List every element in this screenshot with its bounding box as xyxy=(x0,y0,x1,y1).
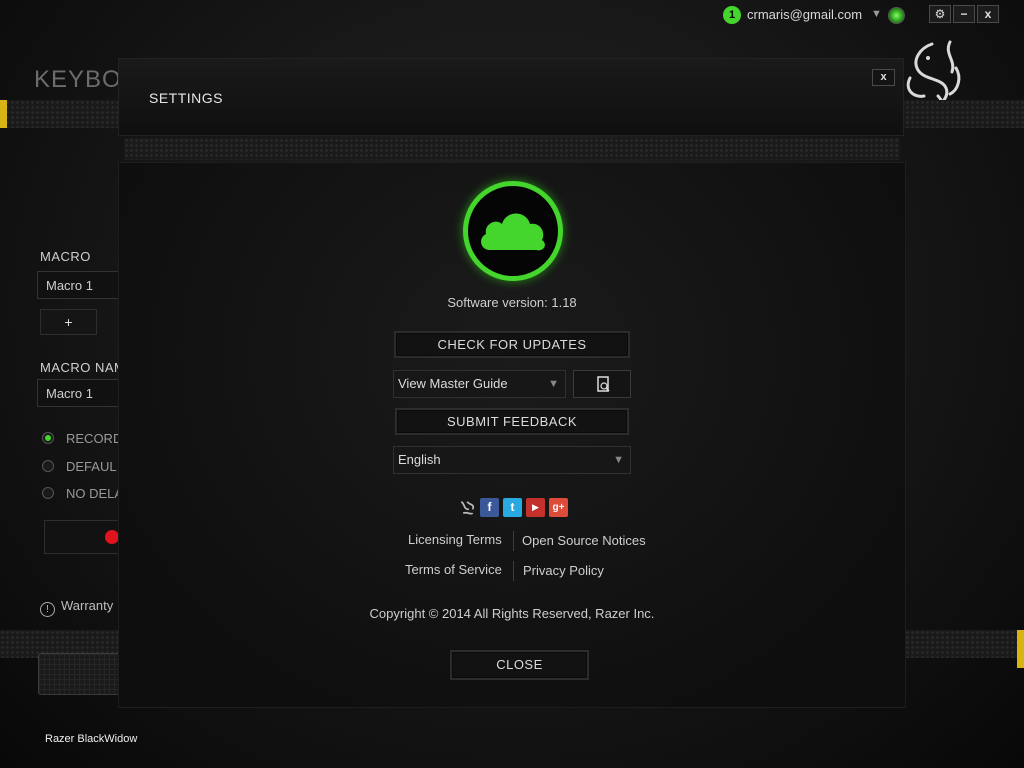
radio-no-delay[interactable]: NO DELA xyxy=(42,486,123,501)
language-select-value: English xyxy=(398,452,441,467)
view-guide-button[interactable] xyxy=(573,370,631,398)
link-divider xyxy=(513,561,514,581)
notification-count-badge[interactable]: 1 xyxy=(723,6,741,24)
guide-select-value: View Master Guide xyxy=(398,376,508,391)
add-macro-button[interactable]: + xyxy=(40,309,97,335)
twitter-icon[interactable]: t xyxy=(503,498,522,517)
settings-modal-header xyxy=(118,58,904,136)
keyboard-thumbnail[interactable] xyxy=(38,653,123,695)
privacy-policy-link[interactable]: Privacy Policy xyxy=(523,563,604,578)
copyright-text: Copyright © 2014 All Rights Reserved, Ra… xyxy=(369,606,655,621)
submit-feedback-button[interactable]: SUBMIT FEEDBACK xyxy=(395,408,629,435)
macro-name-label: MACRO NAM xyxy=(40,360,126,375)
user-email[interactable]: crmaris@gmail.com xyxy=(747,7,862,22)
radio-label: DEFAUL xyxy=(66,459,117,474)
link-divider xyxy=(513,531,514,551)
radio-record-delay[interactable]: RECORD xyxy=(42,431,122,446)
account-dropdown-icon[interactable]: ▼ xyxy=(871,8,882,20)
radio-label: RECORD xyxy=(66,431,123,446)
youtube-icon[interactable]: ▶ xyxy=(526,498,545,517)
modal-close-x-button[interactable]: x xyxy=(872,69,895,86)
settings-title: SETTINGS xyxy=(149,90,224,106)
software-version: Software version: 1.18 xyxy=(447,295,577,310)
razer-icon[interactable] xyxy=(457,498,477,517)
language-select[interactable]: English ▼ xyxy=(393,446,631,474)
guide-select[interactable]: View Master Guide ▼ xyxy=(393,370,566,398)
settings-button[interactable]: ⚙ xyxy=(929,5,951,23)
right-tab-accent xyxy=(1017,630,1024,668)
title-bar: 1 crmaris@gmail.com ▼ ⚙ − x xyxy=(0,0,1024,30)
licensing-terms-link[interactable]: Licensing Terms xyxy=(408,532,502,547)
razer-synapse-window: 1 crmaris@gmail.com ▼ ⚙ − x KEYBOA MACRO… xyxy=(0,0,1024,768)
chevron-down-icon: ▼ xyxy=(613,454,624,466)
macro-label: MACRO xyxy=(40,249,91,264)
window-close-button[interactable]: x xyxy=(977,5,999,23)
facebook-icon[interactable]: f xyxy=(480,498,499,517)
left-tab-accent xyxy=(0,100,7,128)
radio-selected-icon[interactable] xyxy=(42,432,54,444)
device-name: Razer BlackWidow xyxy=(45,733,138,745)
radio-label: NO DELA xyxy=(66,486,124,501)
close-button[interactable]: CLOSE xyxy=(450,650,589,680)
radio-icon[interactable] xyxy=(42,487,54,499)
check-updates-button[interactable]: CHECK FOR UPDATES xyxy=(394,331,630,358)
radio-icon[interactable] xyxy=(42,460,54,472)
online-status-icon[interactable] xyxy=(888,7,905,24)
google-plus-icon[interactable]: g+ xyxy=(549,498,568,517)
record-icon xyxy=(105,530,119,544)
document-search-icon xyxy=(597,376,610,392)
radio-default-delay[interactable]: DEFAUL xyxy=(42,459,117,474)
modal-mesh-band xyxy=(124,138,900,160)
terms-of-service-link[interactable]: Terms of Service xyxy=(405,562,502,577)
open-source-notices-link[interactable]: Open Source Notices xyxy=(522,533,646,548)
chevron-down-icon: ▼ xyxy=(548,378,559,390)
cloud-icon xyxy=(481,213,545,251)
minimize-button[interactable]: − xyxy=(953,5,975,23)
